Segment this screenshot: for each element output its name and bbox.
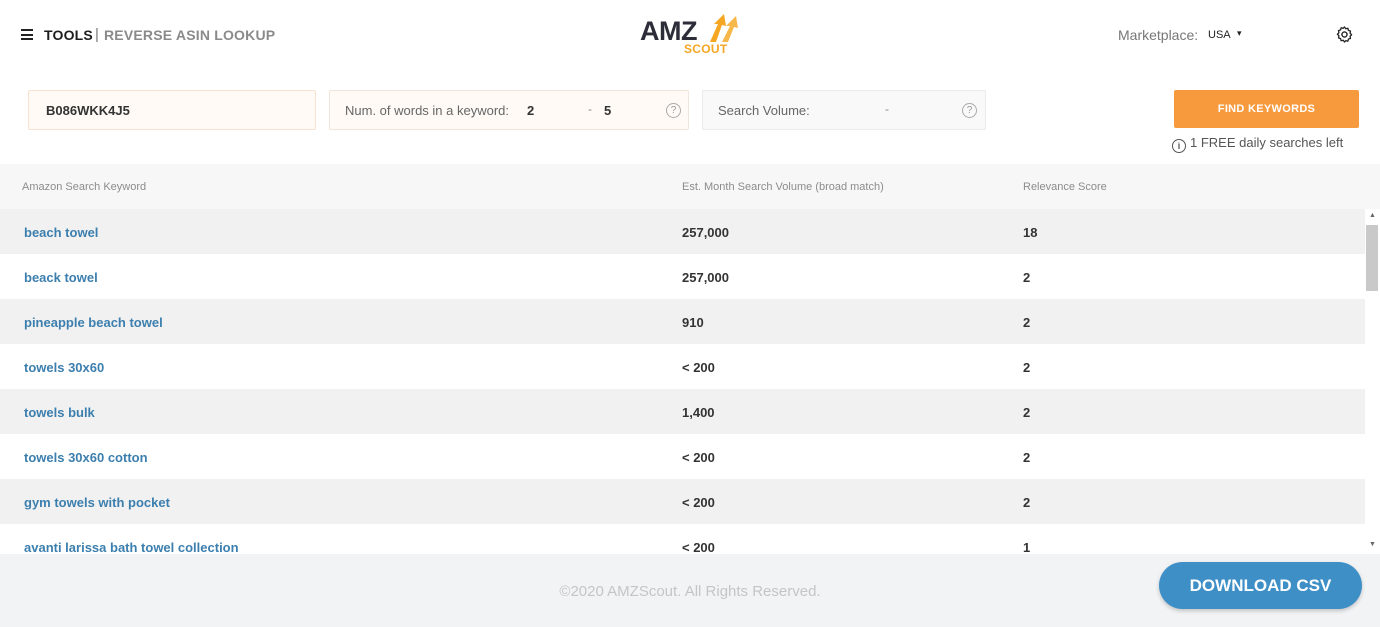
keyword-link[interactable]: towels 30x60 cotton (24, 450, 148, 465)
search-volume-cell: 257,000 (682, 270, 729, 285)
search-filters: B086WKK4J5 Num. of words in a keyword: 2… (0, 70, 1380, 164)
asin-input[interactable]: B086WKK4J5 (28, 90, 316, 130)
volume-range-separator: - (885, 102, 889, 116)
relevance-cell: 18 (1023, 225, 1038, 240)
relevance-cell: 2 (1023, 495, 1031, 510)
words-count-filter[interactable]: Num. of words in a keyword: 2 - 5 ? (329, 90, 689, 130)
menu-icon[interactable] (21, 29, 33, 40)
search-volume-cell: < 200 (682, 540, 715, 554)
keyword-link[interactable]: pineapple beach towel (24, 315, 163, 330)
chevron-down-icon[interactable]: ▾ (1237, 28, 1242, 39)
logo-subtext: SCOUT (684, 42, 728, 56)
asin-value: B086WKK4J5 (46, 103, 130, 118)
search-volume-cell: 1,400 (682, 405, 715, 420)
table-header: Amazon Search Keyword Est. Month Search … (0, 164, 1380, 209)
free-searches-text: 1 FREE daily searches left (1190, 135, 1344, 150)
table-row: towels 30x60 < 200 2 (0, 344, 1365, 389)
info-icon: i (1172, 139, 1186, 153)
scroll-down-icon[interactable]: ▼ (1369, 541, 1376, 548)
help-icon[interactable]: ? (666, 103, 681, 118)
volume-label: Search Volume: (718, 103, 810, 118)
relevance-cell: 2 (1023, 270, 1031, 285)
keyword-link[interactable]: beack towel (24, 270, 98, 285)
logo-arrow-icon (710, 14, 738, 42)
amzscout-logo[interactable]: AMZ SCOUT (638, 14, 748, 58)
page-footer: ©2020 AMZScout. All Rights Reserved. DOW… (0, 554, 1380, 627)
search-volume-cell: < 200 (682, 450, 715, 465)
search-volume-cell: < 200 (682, 495, 715, 510)
marketplace-select[interactable]: USA (1208, 29, 1231, 41)
words-max-input[interactable]: 5 (604, 103, 611, 118)
words-range-separator: - (588, 102, 592, 116)
gear-icon[interactable] (1335, 25, 1354, 44)
table-row: towels bulk 1,400 2 (0, 389, 1365, 434)
relevance-cell: 2 (1023, 360, 1031, 375)
words-label: Num. of words in a keyword: (345, 103, 510, 118)
table-row: towels 30x60 cotton < 200 2 (0, 434, 1365, 479)
words-min-input[interactable]: 2 (527, 103, 534, 118)
table-row: gym towels with pocket < 200 2 (0, 479, 1365, 524)
top-header: TOOLS | REVERSE ASIN LOOKUP AMZ SCOUT Ma… (0, 0, 1380, 70)
keyword-link[interactable]: gym towels with pocket (24, 495, 170, 510)
search-volume-cell: 910 (682, 315, 704, 330)
keyword-table-body: beach towel 257,000 18 beack towel 257,0… (0, 209, 1365, 554)
column-header-relevance[interactable]: Relevance Score (1023, 181, 1107, 193)
breadcrumb-separator: | (95, 26, 99, 43)
table-scrollbar[interactable]: ▲ ▼ (1365, 209, 1380, 554)
column-header-keyword[interactable]: Amazon Search Keyword (22, 181, 146, 193)
download-csv-button[interactable]: DOWNLOAD CSV (1159, 562, 1362, 609)
keyword-link[interactable]: avanti larissa bath towel collection (24, 540, 239, 554)
keyword-link[interactable]: beach towel (24, 225, 98, 240)
relevance-cell: 2 (1023, 315, 1031, 330)
tools-menu-link[interactable]: TOOLS (44, 27, 93, 43)
table-row: beach towel 257,000 18 (0, 209, 1365, 254)
breadcrumb-current: REVERSE ASIN LOOKUP (104, 27, 276, 43)
column-header-volume[interactable]: Est. Month Search Volume (broad match) (682, 181, 884, 193)
relevance-cell: 2 (1023, 405, 1031, 420)
scroll-up-icon[interactable]: ▲ (1369, 212, 1376, 219)
table-row: avanti larissa bath towel collection < 2… (0, 524, 1365, 554)
free-searches-info: i 1 FREE daily searches left (1172, 135, 1343, 153)
relevance-cell: 2 (1023, 450, 1031, 465)
scrollbar-thumb[interactable] (1366, 225, 1378, 291)
search-volume-cell: < 200 (682, 360, 715, 375)
table-row: pineapple beach towel 910 2 (0, 299, 1365, 344)
search-volume-cell: 257,000 (682, 225, 729, 240)
keyword-link[interactable]: towels bulk (24, 405, 95, 420)
keyword-link[interactable]: towels 30x60 (24, 360, 104, 375)
find-keywords-button[interactable]: FIND KEYWORDS (1174, 90, 1359, 128)
relevance-cell: 1 (1023, 540, 1031, 554)
table-row: beack towel 257,000 2 (0, 254, 1365, 299)
search-volume-filter[interactable]: Search Volume: - ? (702, 90, 986, 130)
marketplace-label: Marketplace: (1118, 27, 1199, 43)
help-icon[interactable]: ? (962, 103, 977, 118)
